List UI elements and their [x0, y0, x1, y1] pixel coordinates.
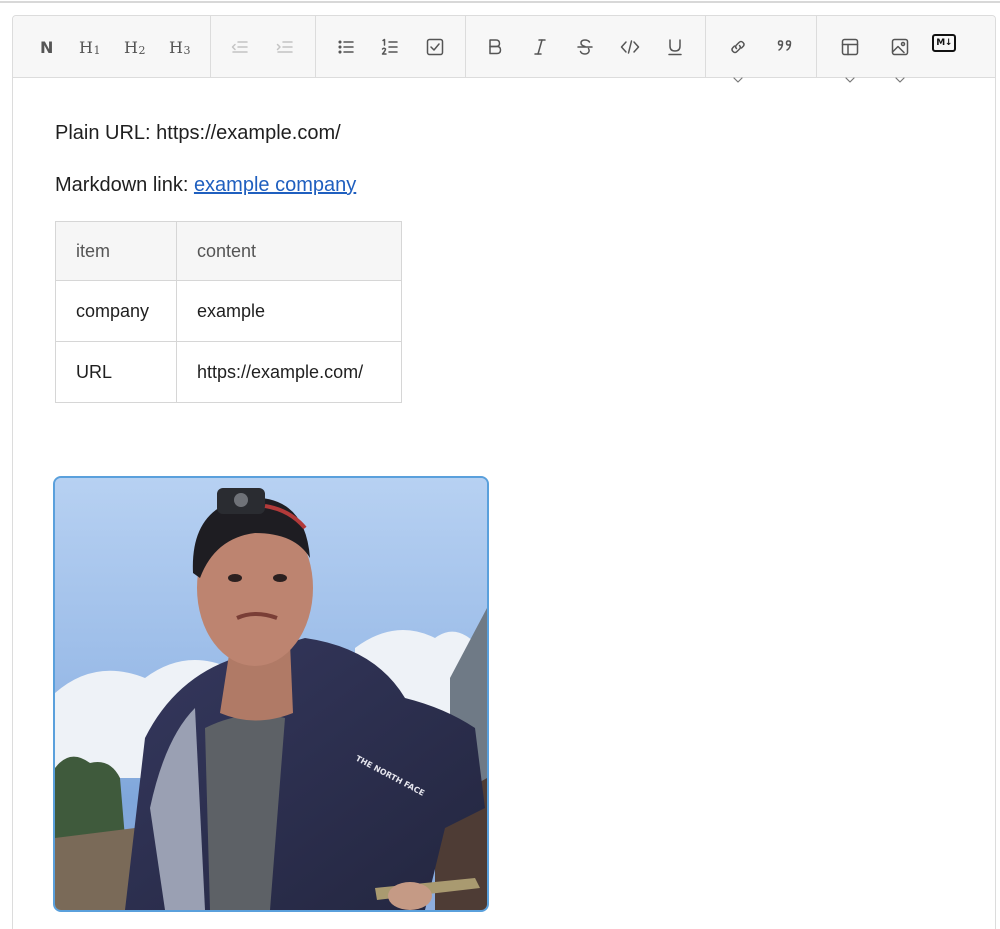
outdent-icon	[231, 41, 248, 53]
bold-icon	[489, 39, 502, 55]
markdown-icon: M↓	[932, 34, 956, 52]
indent-button[interactable]	[268, 30, 302, 64]
table-header-cell[interactable]: item	[55, 221, 177, 281]
chevron-down-icon	[895, 70, 905, 83]
strikethrough-button[interactable]	[568, 30, 602, 64]
ordered-list-icon	[381, 38, 398, 55]
chevron-down-icon	[845, 70, 855, 83]
code-button[interactable]	[613, 30, 647, 64]
markdown-link-label: Markdown link:	[55, 174, 194, 196]
outdent-button[interactable]	[223, 30, 257, 64]
quote-icon	[777, 40, 792, 51]
heading-3-button[interactable]: H3	[163, 30, 197, 64]
toolbar-divider	[816, 16, 817, 77]
underline-button[interactable]	[658, 30, 692, 64]
table-row: URL https://example.com/	[55, 341, 402, 403]
table-header-row: item content	[55, 221, 402, 281]
table-header-cell[interactable]: content	[176, 221, 402, 281]
bold-button[interactable]	[478, 30, 512, 64]
table-row: company example	[55, 280, 402, 342]
heading-2-label: H2	[124, 37, 146, 57]
ordered-list-button[interactable]	[373, 30, 407, 64]
italic-icon	[534, 39, 546, 55]
markdown-mode-button[interactable]: M↓	[927, 26, 961, 60]
toolbar-divider	[210, 16, 211, 77]
code-icon	[620, 40, 640, 54]
image-icon	[891, 38, 909, 56]
heading-2-button[interactable]: H2	[118, 30, 152, 64]
link-icon	[731, 40, 745, 54]
normal-text-label: N	[40, 37, 54, 57]
checkbox-icon	[426, 38, 444, 56]
plain-url-text: https://example.com/	[156, 122, 341, 144]
top-rule	[0, 1, 1000, 3]
table-cell[interactable]: example	[176, 280, 402, 342]
heading-1-button[interactable]: H1	[73, 30, 107, 64]
selfie-photo: THE NORTH FACE	[55, 478, 487, 910]
toolbar-divider	[705, 16, 706, 77]
image-button[interactable]	[883, 30, 917, 83]
quote-button[interactable]	[769, 30, 803, 64]
indent-icon	[276, 41, 293, 53]
table-cell[interactable]: URL	[55, 341, 177, 403]
plain-url-label: Plain URL:	[55, 122, 157, 144]
content-table: item content company example URL https:/…	[55, 221, 402, 403]
paragraph-markdown-link: Markdown link: example company	[55, 174, 356, 197]
normal-text-button[interactable]: N	[30, 30, 64, 64]
selected-photo[interactable]: THE NORTH FACE	[53, 476, 489, 912]
strikethrough-icon	[577, 39, 593, 55]
link-button[interactable]	[721, 30, 755, 83]
table-button[interactable]	[833, 30, 867, 83]
editor-toolbar: N H1 H2 H3 M↓	[13, 16, 995, 83]
task-list-button[interactable]	[418, 30, 452, 64]
italic-button[interactable]	[523, 30, 557, 64]
table-icon	[841, 38, 859, 56]
bullet-list-icon	[338, 40, 354, 54]
toolbar-divider	[315, 16, 316, 77]
example-company-link[interactable]: example company	[194, 174, 356, 196]
toolbar-divider	[465, 16, 466, 77]
paragraph-plain-url: Plain URL: https://example.com/	[55, 122, 341, 145]
table-cell[interactable]: https://example.com/	[176, 341, 402, 403]
underline-icon	[668, 39, 682, 56]
table-cell[interactable]: company	[55, 280, 177, 342]
bullet-list-button[interactable]	[329, 30, 363, 64]
heading-3-label: H3	[169, 37, 191, 57]
rich-text-editor: N H1 H2 H3 M↓ Plain URL: https://example…	[12, 15, 996, 929]
heading-1-label: H1	[79, 37, 101, 57]
chevron-down-icon	[733, 70, 743, 83]
